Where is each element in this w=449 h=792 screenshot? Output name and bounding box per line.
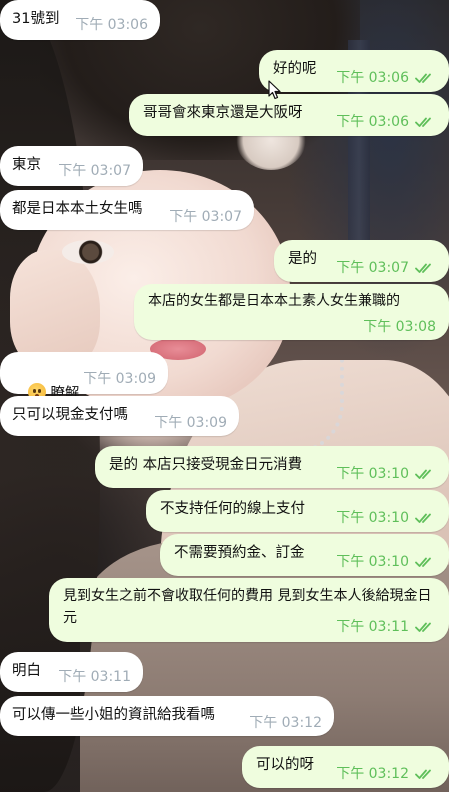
message-bubble-outgoing[interactable]: 本店的女生都是日本本土素人女生兼職的 下午 03:08 [134,284,449,340]
message-text: 好的呢 [273,61,317,77]
message-bubble-incoming[interactable]: 瞭解 下午 03:09 [0,352,168,402]
message-time: 下午 03:06 [336,70,409,86]
message-time: 下午 03:06 [336,114,409,130]
message-text: 是的 本店只接受現金日元消費 [109,457,303,473]
message-bubble-incoming[interactable]: 31號到 下午 03:06 [0,0,160,40]
message-bubble-incoming[interactable]: 只可以現金支付嗎 下午 03:09 [0,396,239,436]
message-text: 明白 [12,663,41,679]
message-bubble-outgoing[interactable]: 不需要預約金、訂金 下午 03:10 [160,534,449,576]
message-bubble-outgoing[interactable]: 見到女生之前不會收取任何的費用 見到女生本人後給現金日元 下午 03:11 [49,578,449,642]
message-text: 是的 [288,251,317,267]
double-check-icon [415,469,431,479]
message-time: 下午 03:09 [154,415,227,431]
message-time: 下午 03:11 [336,619,409,635]
message-text: 不需要預約金、訂金 [174,545,305,561]
message-time: 下午 03:12 [249,715,322,731]
message-text: 本店的女生都是日本本土素人女生兼職的 [148,293,400,309]
message-time: 下午 03:06 [75,17,148,33]
message-text: 可以的呀 [256,757,314,773]
message-bubble-outgoing[interactable]: 哥哥會來東京還是大阪呀 下午 03:06 [129,94,449,136]
message-time: 下午 03:12 [336,766,409,782]
double-check-icon [415,769,431,779]
message-time: 下午 03:09 [83,371,156,387]
message-time: 下午 03:10 [336,554,409,570]
message-text: 不支持任何的線上支付 [160,501,305,517]
double-check-icon [415,263,431,273]
message-time: 下午 03:10 [336,466,409,482]
message-time: 下午 03:07 [169,209,242,225]
double-check-icon [415,117,431,127]
message-bubble-outgoing[interactable]: 是的 下午 03:07 [274,240,449,282]
double-check-icon [415,73,431,83]
message-bubble-outgoing[interactable]: 不支持任何的線上支付 下午 03:10 [146,490,449,532]
message-time: 下午 03:07 [336,260,409,276]
double-check-icon [415,513,431,523]
message-bubble-outgoing[interactable]: 可以的呀 下午 03:12 [242,746,449,788]
message-bubble-outgoing[interactable]: 好的呢 下午 03:06 [259,50,449,92]
message-bubble-incoming[interactable]: 都是日本本土女生嗎 下午 03:07 [0,190,254,230]
message-bubble-incoming[interactable]: 可以傳一些小姐的資訊給我看嗎 下午 03:12 [0,696,334,736]
mouse-pointer-icon [268,80,281,100]
message-bubble-incoming[interactable]: 明白 下午 03:11 [0,652,143,692]
message-text: 可以傳一些小姐的資訊給我看嗎 [12,707,215,723]
double-check-icon [415,622,431,632]
message-bubble-incoming[interactable]: 東京 下午 03:07 [0,146,143,186]
message-bubble-outgoing[interactable]: 是的 本店只接受現金日元消費 下午 03:10 [95,446,449,488]
message-text: 只可以現金支付嗎 [12,407,128,423]
message-time: 下午 03:08 [363,319,436,335]
message-text: 31號到 [12,11,60,27]
message-time: 下午 03:11 [58,669,131,685]
message-text: 哥哥會來東京還是大阪呀 [143,105,303,121]
message-text: 東京 [12,157,41,173]
double-check-icon [415,557,431,567]
message-text: 都是日本本土女生嗎 [12,201,143,217]
message-time: 下午 03:07 [58,163,131,179]
message-time: 下午 03:10 [336,510,409,526]
